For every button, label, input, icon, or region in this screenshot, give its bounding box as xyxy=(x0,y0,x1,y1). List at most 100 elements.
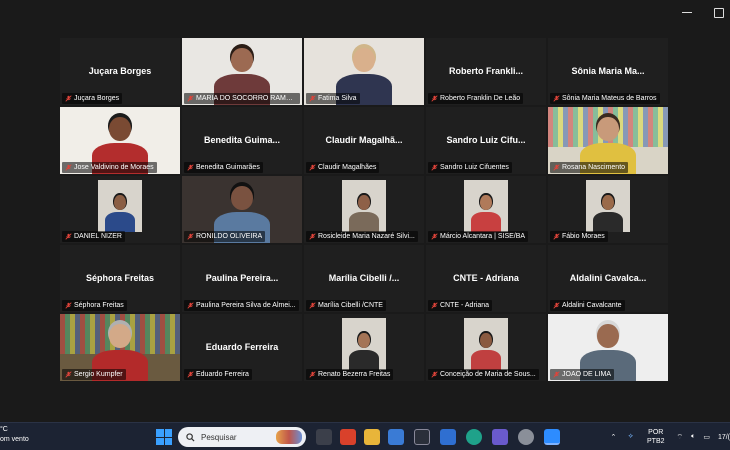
participant-name-text: Jose Valdivino de Moraes xyxy=(74,164,154,171)
zoom-window: Juçara Borges Juçara Borges MARIA DO SOCOR… xyxy=(0,0,730,450)
participant-video xyxy=(464,318,508,370)
participant-tile[interactable]: Rosana Nascimento xyxy=(548,107,668,174)
participant-name-text: Renato Bezerra Freitas xyxy=(318,371,391,378)
edge-icon[interactable] xyxy=(466,429,482,445)
settings-gear-icon[interactable] xyxy=(518,429,534,445)
participant-tile[interactable]: Roberto Frankli... Roberto Franklin De Le… xyxy=(426,38,546,105)
participant-display-name: Marília Cibelli /... xyxy=(328,273,400,283)
participant-tile[interactable]: Fábio Moraes xyxy=(548,176,668,243)
taskbar-search[interactable]: Pesquisar xyxy=(178,427,306,447)
mic-muted-icon xyxy=(65,371,72,378)
task-view-icon[interactable] xyxy=(316,429,332,445)
participant-name-label: JOAO DE LIMA xyxy=(550,369,615,380)
participant-name-text: Claudir Magalhães xyxy=(318,164,377,171)
participant-tile[interactable]: Juçara Borges Juçara Borges xyxy=(60,38,180,105)
participant-tile[interactable]: Séphora Freitas Séphora Freitas xyxy=(60,245,180,312)
mic-muted-icon xyxy=(65,164,72,171)
app-icon[interactable] xyxy=(414,429,430,445)
mic-muted-icon xyxy=(431,371,438,378)
participant-tile[interactable]: Benedita Guima... Benedita Guimarães xyxy=(182,107,302,174)
clock-date[interactable]: 17/( xyxy=(718,434,730,441)
volume-icon[interactable]: 🔈︎ xyxy=(691,433,695,441)
file-explorer-icon[interactable] xyxy=(364,429,380,445)
participant-tile[interactable]: Eduardo Ferreira Eduardo Ferreira xyxy=(182,314,302,381)
search-icon xyxy=(186,432,195,442)
mail-icon[interactable] xyxy=(440,429,456,445)
wifi-icon[interactable]: ⌔ xyxy=(677,433,684,442)
mic-muted-icon xyxy=(431,233,438,240)
participant-name-label: Fábio Moraes xyxy=(550,231,608,242)
mic-muted-icon xyxy=(65,95,72,102)
mic-muted-icon xyxy=(431,302,438,309)
participant-name-text: Aldalini Cavalcante xyxy=(562,302,622,309)
participant-name-text: Benedita Guimarães xyxy=(196,164,260,171)
zoom-app-icon[interactable] xyxy=(544,429,560,445)
participant-name-text: Paulina Pereira Silva de Almei... xyxy=(196,302,296,309)
participant-tile[interactable]: Conceição de Maria de Sous... xyxy=(426,314,546,381)
mic-muted-icon xyxy=(431,95,438,102)
participant-name-text: Fábio Moraes xyxy=(562,233,605,240)
participant-tile[interactable]: Rosicleide Maria Nazaré Silvi... xyxy=(304,176,424,243)
participant-tile[interactable]: JOAO DE LIMA xyxy=(548,314,668,381)
participant-name-label: DANIEL NIZER xyxy=(62,231,125,242)
chevron-up-icon[interactable]: ⌃ xyxy=(610,433,616,441)
participant-tile[interactable]: Sandro Luiz Cifu... Sandro Luiz Cifuentes xyxy=(426,107,546,174)
participant-name-text: DANIEL NIZER xyxy=(74,233,122,240)
participant-tile[interactable]: Márcio Alcantara | SISE/BA xyxy=(426,176,546,243)
mic-muted-icon xyxy=(553,371,560,378)
participant-display-name: Eduardo Ferreira xyxy=(205,342,279,352)
participant-tile[interactable]: Paulina Pereira... Paulina Pereira Silva … xyxy=(182,245,302,312)
participant-tile[interactable]: MARIA DO SOCORRO RAMAL... xyxy=(182,38,302,105)
participant-video xyxy=(342,318,386,370)
participant-tile[interactable]: CNTE - Adriana CNTE - Adriana xyxy=(426,245,546,312)
participant-tile[interactable]: Fatima Silva xyxy=(304,38,424,105)
participant-name-text: Rosicleide Maria Nazaré Silvi... xyxy=(318,233,415,240)
lang-line-1: POR xyxy=(648,429,664,436)
mic-muted-icon xyxy=(309,371,316,378)
participant-name-text: Márcio Alcantara | SISE/BA xyxy=(440,233,526,240)
participant-name-label: Fatima Silva xyxy=(306,93,360,104)
system-tray: ⌃ ⟡ POR PTB2 ⌔ 🔈︎ ▭ 17/( xyxy=(610,423,730,450)
lang-line-2: PTB2 xyxy=(647,438,665,445)
mic-muted-icon xyxy=(553,302,560,309)
participant-name-text: Sergio Kumpfer xyxy=(74,371,123,378)
participant-name-label: Eduardo Ferreira xyxy=(184,369,252,380)
participant-tile[interactable]: Claudir Magalhã... Claudir Magalhães xyxy=(304,107,424,174)
participant-name-label: Márcio Alcantara | SISE/BA xyxy=(428,231,529,242)
language-indicator[interactable]: POR PTB2 xyxy=(647,428,665,446)
search-highlight-icon xyxy=(276,430,302,444)
participant-name-label: MARIA DO SOCORRO RAMAL... xyxy=(184,93,300,104)
participant-name-text: Roberto Franklin De Leão xyxy=(440,95,521,102)
participant-name-label: Benedita Guimarães xyxy=(184,162,263,173)
participant-tile[interactable]: Marília Cibelli /... Marília Cibelli /CNT… xyxy=(304,245,424,312)
participant-tile[interactable]: RONILDO OLIVEIRA xyxy=(182,176,302,243)
mic-muted-icon xyxy=(431,164,438,171)
participant-display-name: Sandro Luiz Cifu... xyxy=(446,135,526,145)
participant-name-label: Sônia Maria Mateus de Barros xyxy=(550,93,660,104)
participant-tile[interactable]: Jose Valdivino de Moraes xyxy=(60,107,180,174)
store-icon[interactable] xyxy=(388,429,404,445)
participant-name-text: JOAO DE LIMA xyxy=(562,371,612,378)
window-controls xyxy=(680,6,726,18)
participant-tile[interactable]: Sônia Maria Ma... Sônia Maria Mateus de B… xyxy=(548,38,668,105)
mic-muted-icon xyxy=(309,164,316,171)
participant-name-text: MARIA DO SOCORRO RAMAL... xyxy=(196,95,300,102)
mic-muted-icon xyxy=(309,302,316,309)
teams-icon[interactable] xyxy=(492,429,508,445)
maximize-icon[interactable] xyxy=(712,6,726,18)
participant-tile[interactable]: DANIEL NIZER xyxy=(60,176,180,243)
participant-name-text: RONILDO OLIVEIRA xyxy=(196,233,263,240)
minimize-icon[interactable] xyxy=(680,6,694,18)
participant-display-name: Sônia Maria Ma... xyxy=(571,66,645,76)
network-extra-icon[interactable]: ⟡ xyxy=(628,433,633,441)
mic-muted-icon xyxy=(553,164,560,171)
participant-display-name: Juçara Borges xyxy=(88,66,152,76)
weather-widget[interactable]: °C om vento xyxy=(0,425,29,445)
office-icon[interactable] xyxy=(340,429,356,445)
windows-start-icon[interactable] xyxy=(156,429,172,445)
battery-icon[interactable]: ▭ xyxy=(703,433,710,441)
participant-tile[interactable]: Aldalini Cavalca... Aldalini Cavalcante xyxy=(548,245,668,312)
participant-tile[interactable]: Sergio Kumpfer xyxy=(60,314,180,381)
participant-tile[interactable]: Renato Bezerra Freitas xyxy=(304,314,424,381)
participant-name-text: Conceição de Maria de Sous... xyxy=(440,371,536,378)
